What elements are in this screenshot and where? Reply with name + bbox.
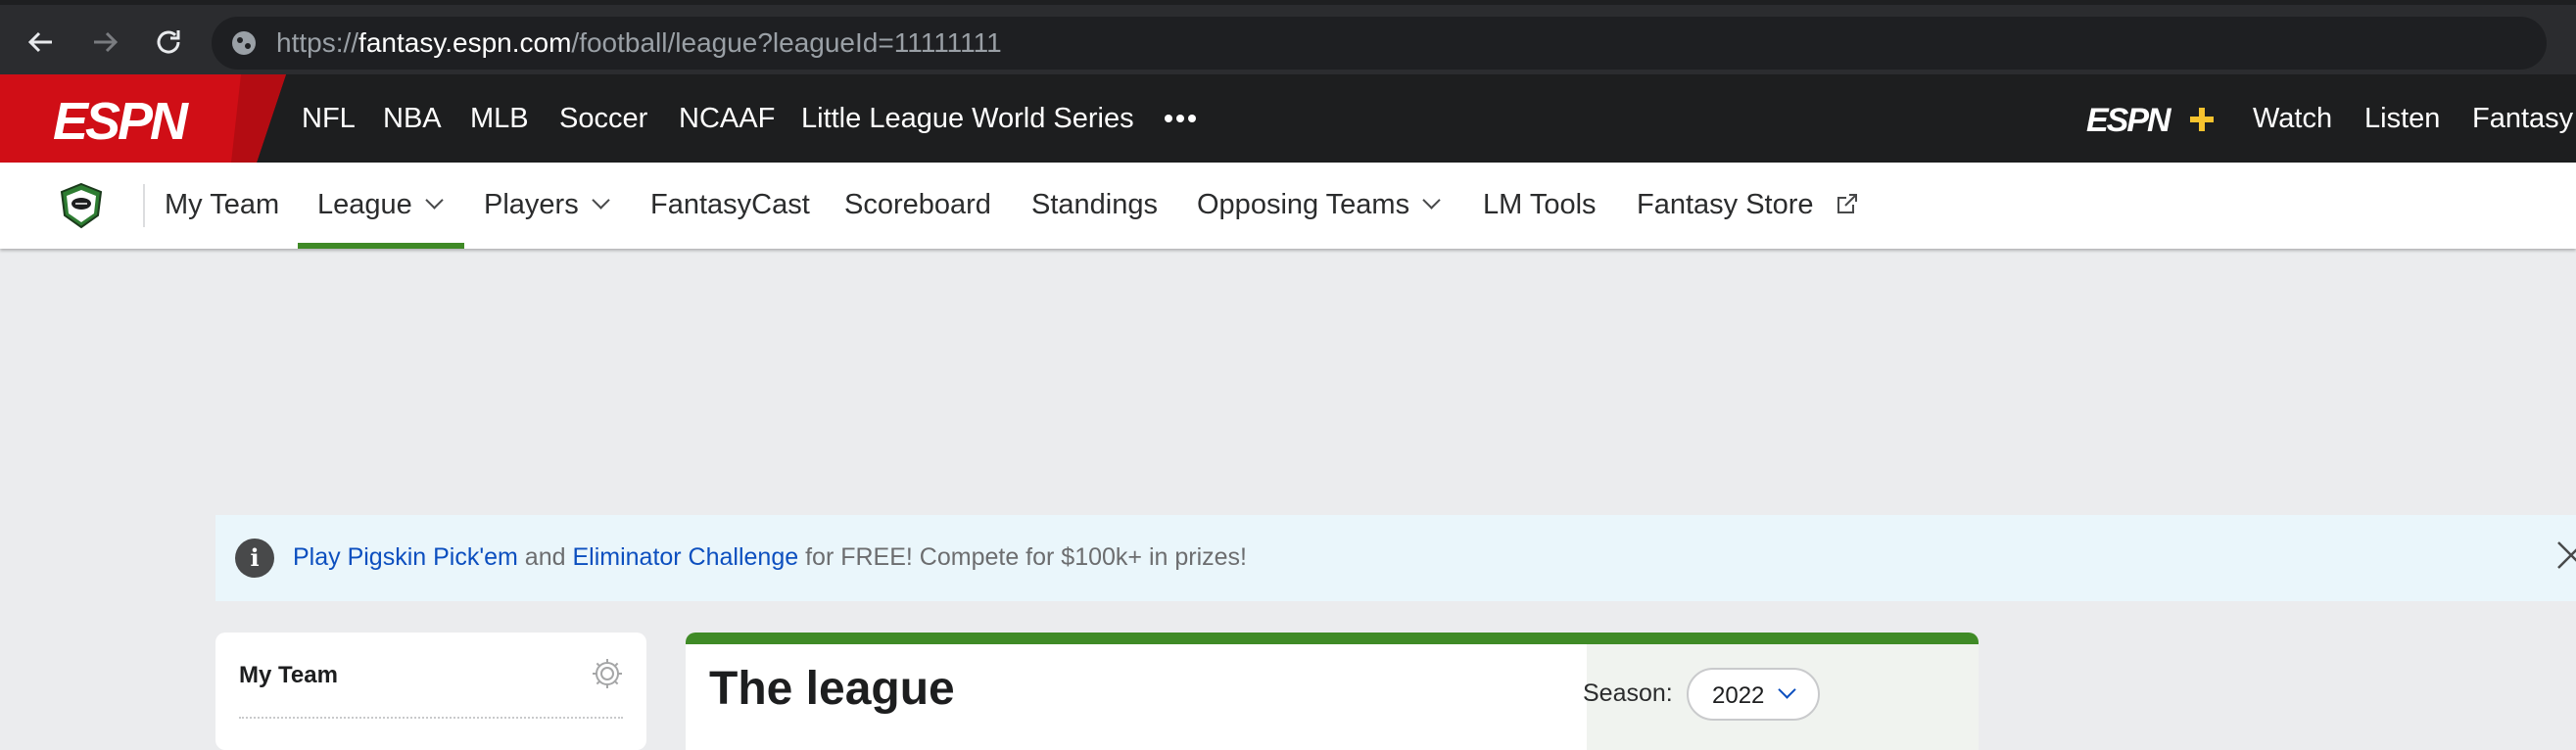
espn-plus-logo[interactable]: ESPN bbox=[2086, 102, 2223, 139]
nav-mlb[interactable]: MLB bbox=[470, 74, 529, 163]
tab-opposing-teams[interactable]: Opposing Teams bbox=[1197, 163, 1441, 249]
fantasy-football-shield-icon[interactable] bbox=[59, 182, 104, 229]
season-label: Season: bbox=[1583, 680, 1673, 707]
banner-text: Play Pigskin Pick'em and Eliminator Chal… bbox=[293, 543, 1247, 572]
nav-fantasy[interactable]: Fantasy bbox=[2472, 74, 2573, 163]
divider bbox=[239, 717, 623, 719]
url-scheme: https:// bbox=[276, 27, 359, 58]
tab-opposing-teams-label: Opposing Teams bbox=[1197, 189, 1410, 220]
chevron-down-icon bbox=[1778, 680, 1796, 699]
browser-toolbar: https://fantasy.espn.com/football/league… bbox=[0, 0, 2576, 74]
tab-standings[interactable]: Standings bbox=[1031, 163, 1158, 249]
banner-text-1: and bbox=[517, 543, 573, 571]
ellipsis-icon[interactable] bbox=[1164, 104, 1197, 133]
tab-league[interactable]: League bbox=[298, 163, 464, 249]
arrow-left-icon bbox=[27, 31, 52, 53]
tab-league-label: League bbox=[317, 189, 412, 220]
tab-players[interactable]: Players bbox=[484, 163, 610, 249]
reload-icon bbox=[157, 30, 180, 54]
my-team-card: My Team bbox=[215, 633, 646, 750]
url-host: fantasy.espn.com bbox=[358, 27, 572, 58]
league-card: The league Season: 2022 bbox=[686, 633, 1979, 750]
tab-players-label: Players bbox=[484, 189, 579, 220]
league-title: The league bbox=[709, 663, 955, 715]
season-value: 2022 bbox=[1712, 682, 1765, 709]
promo-banner: i Play Pigskin Pick'em and Eliminator Ch… bbox=[215, 515, 2576, 601]
league-card-accent bbox=[686, 633, 1979, 644]
chevron-down-icon bbox=[425, 191, 444, 210]
nav-nba[interactable]: NBA bbox=[383, 74, 442, 163]
nav-watch[interactable]: Watch bbox=[2253, 74, 2332, 163]
tab-my-team[interactable]: My Team bbox=[165, 163, 279, 249]
info-icon: i bbox=[235, 539, 274, 578]
close-icon[interactable] bbox=[2554, 539, 2576, 572]
external-link-icon bbox=[1837, 194, 1857, 213]
nav-nfl[interactable]: NFL bbox=[302, 74, 356, 163]
espn-global-nav: ESPN NFL NBA MLB Soccer NCAAF Little Lea… bbox=[0, 74, 2576, 163]
back-button[interactable] bbox=[22, 23, 61, 62]
eliminator-challenge-link[interactable]: Eliminator Challenge bbox=[572, 543, 798, 571]
tab-fantasycast[interactable]: FantasyCast bbox=[650, 163, 810, 249]
espn-wordmark: ESPN bbox=[53, 92, 189, 151]
pigskin-pickem-link[interactable]: Play Pigskin Pick'em bbox=[293, 543, 518, 571]
nav-listen[interactable]: Listen bbox=[2364, 74, 2440, 163]
divider bbox=[143, 184, 145, 227]
chevron-down-icon bbox=[592, 191, 610, 210]
reload-button[interactable] bbox=[149, 23, 188, 62]
site-info-icon[interactable] bbox=[231, 30, 257, 56]
nav-llws[interactable]: Little League World Series bbox=[801, 74, 1134, 163]
svg-text:ESPN: ESPN bbox=[2086, 102, 2172, 137]
forward-button[interactable] bbox=[85, 23, 124, 62]
season-select[interactable]: 2022 bbox=[1687, 668, 1820, 721]
tab-fantasy-store-label: Fantasy Store bbox=[1637, 189, 1814, 220]
gear-icon[interactable] bbox=[590, 656, 625, 691]
tab-fantasy-store[interactable]: Fantasy Store bbox=[1637, 163, 1859, 249]
fantasy-sub-nav: My Team League Players FantasyCast Score… bbox=[0, 163, 2576, 249]
address-bar[interactable]: https://fantasy.espn.com/football/league… bbox=[212, 17, 2547, 70]
banner-text-2: for FREE! Compete for $100k+ in prizes! bbox=[798, 543, 1247, 571]
chevron-down-icon bbox=[1422, 191, 1441, 210]
my-team-card-title: My Team bbox=[239, 662, 338, 688]
url-path: /football/league?leagueId=11111111 bbox=[571, 27, 1002, 58]
espn-logo[interactable]: ESPN bbox=[0, 74, 286, 163]
tab-lm-tools[interactable]: LM Tools bbox=[1483, 163, 1597, 249]
nav-soccer[interactable]: Soccer bbox=[559, 74, 647, 163]
tab-scoreboard[interactable]: Scoreboard bbox=[844, 163, 991, 249]
arrow-right-icon bbox=[94, 31, 119, 53]
nav-ncaaf[interactable]: NCAAF bbox=[679, 74, 775, 163]
url-text: https://fantasy.espn.com/football/league… bbox=[276, 27, 1002, 59]
